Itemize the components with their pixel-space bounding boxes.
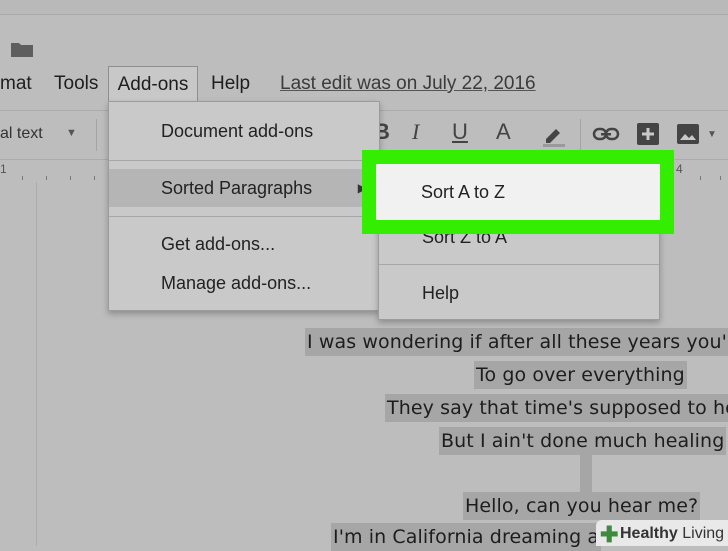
plus-logo-icon: ✚ <box>600 522 619 547</box>
menu-item-help[interactable]: Help <box>379 274 659 312</box>
ruler-number: 4 <box>676 162 683 176</box>
menu-item-label: Sorted Paragraphs <box>161 178 313 198</box>
toolbar-divider <box>580 119 581 151</box>
ruler-number: 1 <box>0 162 7 176</box>
text-color-icon[interactable]: A <box>496 119 511 145</box>
document-line[interactable]: But I ain't done much healing <box>439 427 727 455</box>
document-line[interactable]: They say that time's supposed to he <box>385 394 728 422</box>
selection-gap <box>580 455 592 493</box>
insert-image-icon[interactable] <box>676 123 700 145</box>
highlighted-sort-a-to-z[interactable]: Sort A to Z <box>376 164 660 220</box>
chevron-down-icon[interactable]: ▼ <box>66 127 77 139</box>
menu-bar: mat Tools Add-ons Help Last edit was on … <box>0 66 728 102</box>
ruler-tick <box>700 176 701 180</box>
last-edit-link[interactable]: Last edit was on July 22, 2016 <box>280 66 536 102</box>
menu-format[interactable]: mat <box>0 66 32 102</box>
insert-comment-icon[interactable] <box>636 122 660 146</box>
ruler-tick <box>70 176 71 180</box>
menu-tools[interactable]: Tools <box>54 66 98 102</box>
document-line[interactable]: I was wondering if after all these years… <box>305 328 728 356</box>
highlight-pen-icon[interactable] <box>540 121 566 147</box>
document-line[interactable]: I'm in California dreaming a <box>331 523 602 551</box>
link-icon[interactable] <box>592 125 620 143</box>
page-edge <box>36 182 37 546</box>
ruler-tick <box>46 176 47 180</box>
italic-icon[interactable]: I <box>412 119 419 145</box>
watermark-brand: Healthy <box>620 525 678 542</box>
menu-item-sorted-paragraphs[interactable]: Sorted Paragraphs ▶ <box>109 169 379 207</box>
ruler-tick <box>22 176 23 180</box>
addons-dropdown: Document add-ons Sorted Paragraphs ▶ Get… <box>108 101 380 311</box>
watermark-brand-light: Living <box>677 525 725 542</box>
document-line[interactable]: Hello, can you hear me? <box>463 492 701 520</box>
watermark-text: Healthy Living <box>620 525 724 543</box>
toolbar-divider <box>96 119 97 151</box>
menu-help[interactable]: Help <box>211 66 250 102</box>
menu-divider <box>109 160 379 161</box>
menu-divider <box>379 264 659 265</box>
menu-item-document-addons[interactable]: Document add-ons <box>109 112 379 150</box>
chevron-down-icon[interactable]: ▼ <box>707 129 717 140</box>
menu-addons[interactable]: Add-ons <box>108 66 198 102</box>
document-line[interactable]: To go over everything <box>474 361 687 389</box>
underline-icon[interactable]: U <box>452 119 468 145</box>
menu-item-manage-addons[interactable]: Manage add-ons... <box>109 264 379 302</box>
window-top-strip <box>0 0 728 15</box>
ruler-tick <box>720 176 721 180</box>
paragraph-style-select[interactable]: al text <box>0 125 43 143</box>
menu-item-get-addons[interactable]: Get add-ons... <box>109 225 379 263</box>
folder-icon[interactable] <box>10 40 34 58</box>
ruler-tick <box>94 176 95 180</box>
menu-divider <box>109 216 379 217</box>
